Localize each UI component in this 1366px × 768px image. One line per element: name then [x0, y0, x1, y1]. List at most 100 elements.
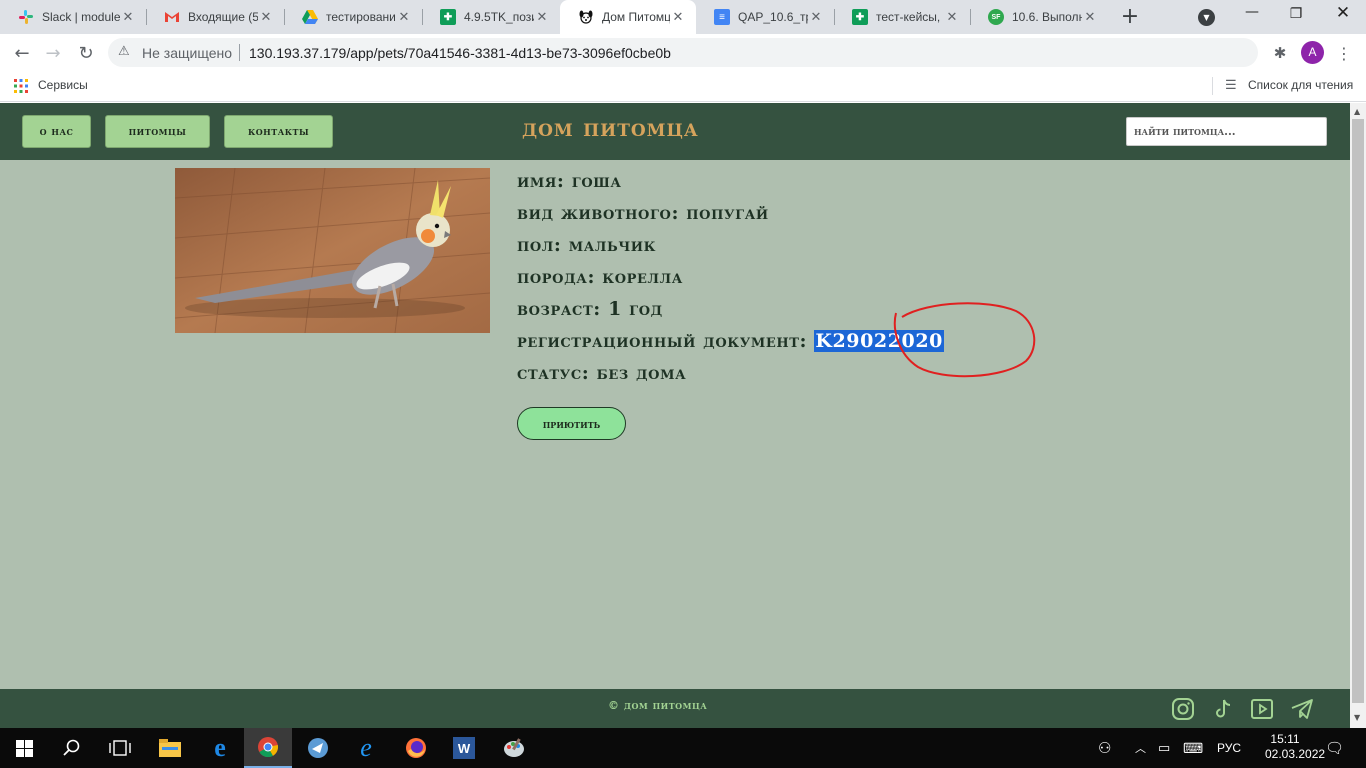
forward-button[interactable]: →	[41, 41, 65, 65]
reading-list-link[interactable]: Список для чтения	[1248, 78, 1353, 92]
pet-species: вид животного: попугай	[517, 202, 769, 224]
task-view-icon[interactable]	[96, 728, 144, 768]
tab-title: Входящие (50	[188, 10, 258, 24]
slack-icon	[18, 9, 34, 25]
tab-sheets-testcases[interactable]: ✚ тест-кейсы, ч ✕	[834, 0, 970, 34]
scroll-up-arrow-icon[interactable]: ▲	[1354, 107, 1360, 116]
scroll-down-arrow-icon[interactable]: ▼	[1354, 713, 1360, 722]
registration-label: регистрационный документ:	[517, 330, 808, 352]
close-icon[interactable]: ✕	[258, 9, 274, 25]
clock-date: 02.03.2022	[1265, 747, 1326, 761]
site-header: о нас питомцы контакты дом питомца	[0, 103, 1350, 160]
tab-dom-pitomca[interactable]: Дом Питомца ✕	[560, 0, 696, 34]
tab-drive[interactable]: тестирование ✕	[284, 0, 422, 34]
close-window-button[interactable]: ✕	[1333, 3, 1353, 27]
telegram-icon[interactable]	[1290, 697, 1314, 721]
firefox-icon[interactable]	[392, 728, 440, 768]
google-sheets-icon: ✚	[440, 9, 456, 25]
pet-search-input[interactable]	[1126, 117, 1327, 146]
security-label[interactable]: Не защищено	[142, 45, 232, 61]
tab-docs[interactable]: ≡ QAP_10.6_тре ✕	[696, 0, 834, 34]
keyboard-icon[interactable]: ⌨	[1183, 728, 1203, 768]
dog-icon	[578, 9, 594, 25]
apps-grid-icon[interactable]	[14, 79, 28, 93]
warning-icon[interactable]: ⚠	[118, 44, 130, 59]
clock-time: 15:11	[1270, 732, 1300, 746]
tab-skillfactory[interactable]: SF 10.6. Выполн ✕	[970, 0, 1108, 34]
minimize-button[interactable]: —	[1240, 4, 1264, 28]
pet-registration: регистрационный документ: K29022020	[517, 330, 945, 352]
gmail-icon	[164, 9, 180, 25]
google-sheets-icon: ✚	[852, 9, 868, 25]
tab-sheets-positive[interactable]: ✚ 4.9.5TK_позит ✕	[422, 0, 560, 34]
extensions-icon[interactable]: ✱	[1268, 41, 1292, 65]
restore-button[interactable]: ❐	[1286, 6, 1306, 26]
tray-chevron-icon[interactable]: ︿	[1135, 728, 1146, 768]
reading-list-icon[interactable]: ☰	[1225, 77, 1237, 93]
nav-about-button[interactable]: о нас	[22, 115, 91, 148]
tiktok-icon[interactable]	[1211, 697, 1235, 721]
messenger-icon[interactable]	[294, 728, 342, 768]
internet-explorer-icon[interactable]: e	[342, 728, 390, 768]
system-clock[interactable]: 15:11 02.03.2022	[1265, 732, 1326, 762]
close-icon[interactable]: ✕	[944, 9, 960, 25]
back-button[interactable]: ←	[10, 41, 34, 65]
google-drive-icon	[302, 9, 318, 25]
url-text[interactable]: 130.193.37.179/app/pets/70a41546-3381-4d…	[249, 45, 671, 61]
search-icon[interactable]	[48, 728, 96, 768]
network-icon[interactable]: ▭	[1158, 728, 1170, 768]
close-icon[interactable]: ✕	[396, 9, 412, 25]
pet-status: статус: без дома	[517, 362, 687, 384]
new-tab-button[interactable]: +	[1118, 5, 1142, 29]
tab-title: QAP_10.6_тре	[738, 10, 808, 24]
page-scrollbar[interactable]: ▲ ▼	[1350, 103, 1366, 728]
edge-icon[interactable]: e	[196, 728, 244, 768]
pet-breed: порода: корелла	[517, 266, 683, 288]
tab-slack[interactable]: Slack | module ✕	[0, 0, 146, 34]
nav-contacts-button[interactable]: контакты	[224, 115, 333, 148]
word-icon[interactable]: W	[440, 728, 488, 768]
copyright-text: © дом питомца	[608, 699, 708, 712]
tab-title: Slack | module	[42, 10, 120, 24]
pet-name: имя: гоша	[517, 170, 622, 192]
close-icon[interactable]: ✕	[670, 9, 686, 25]
nav-pets-button[interactable]: питомцы	[105, 115, 210, 148]
tab-search-icon[interactable]: ▼	[1198, 9, 1215, 26]
reload-button[interactable]: ↻	[74, 41, 98, 65]
tab-title: тест-кейсы, ч	[876, 10, 944, 24]
tab-title: 10.6. Выполн	[1012, 10, 1082, 24]
tab-gmail[interactable]: Входящие (50 ✕	[146, 0, 284, 34]
tab-title: тестирование	[326, 10, 396, 24]
notifications-icon[interactable]: 🗨	[1325, 728, 1344, 768]
address-bar[interactable]: ⚠ Не защищено 130.193.37.179/app/pets/70…	[108, 38, 1258, 67]
adopt-button[interactable]: приютить	[517, 407, 626, 440]
site-title[interactable]: дом питомца	[522, 113, 699, 142]
people-icon[interactable]: ⚇	[1098, 728, 1111, 768]
google-docs-icon: ≡	[714, 9, 730, 25]
apps-link[interactable]: Сервисы	[38, 78, 88, 92]
svg-text:W: W	[458, 741, 471, 756]
close-icon[interactable]: ✕	[120, 9, 136, 25]
skillfactory-icon: SF	[988, 9, 1004, 25]
menu-icon[interactable]: ⋮	[1332, 41, 1356, 65]
chrome-icon[interactable]	[244, 728, 292, 768]
pet-sex: пол: мальчик	[517, 234, 657, 256]
pet-photo	[175, 168, 490, 333]
windows-taskbar: e e W ⚇ ︿ ▭ ⌨ РУС 15:11 02.03.2022 🗨	[0, 728, 1366, 768]
close-icon[interactable]: ✕	[1082, 9, 1098, 25]
windows-start-icon[interactable]	[0, 728, 48, 768]
pet-age: возраст: 1 год	[517, 298, 663, 320]
paint-icon[interactable]	[490, 728, 538, 768]
site-footer: © дом питомца	[0, 689, 1350, 728]
close-icon[interactable]: ✕	[808, 9, 824, 25]
scrollbar-thumb[interactable]	[1352, 119, 1364, 703]
instagram-icon[interactable]	[1171, 697, 1195, 721]
profile-avatar[interactable]: A	[1301, 41, 1324, 64]
file-explorer-icon[interactable]	[146, 728, 194, 768]
annotation-circle	[893, 302, 1036, 378]
language-indicator[interactable]: РУС	[1217, 728, 1241, 768]
close-icon[interactable]: ✕	[534, 9, 550, 25]
tab-title: 4.9.5TK_позит	[464, 10, 534, 24]
tab-title: Дом Питомца	[602, 10, 670, 24]
youtube-icon[interactable]	[1250, 697, 1274, 721]
